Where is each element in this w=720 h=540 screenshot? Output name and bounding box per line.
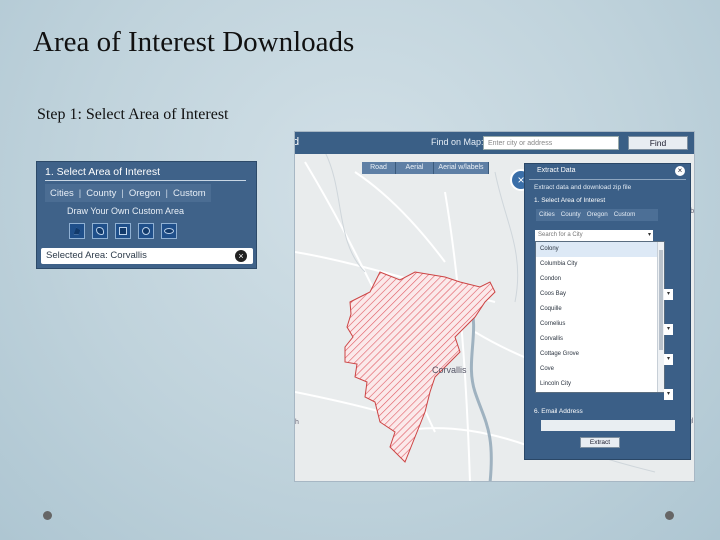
clear-selection-icon[interactable]: ×: [235, 250, 247, 262]
find-on-map-label: Find on Map:: [431, 137, 484, 147]
snippet-divider: [45, 180, 246, 181]
snippet-tab-cities[interactable]: Cities: [45, 188, 79, 199]
snippet-tab-county[interactable]: County: [81, 188, 121, 199]
dropdown-arrow-icon[interactable]: ▾: [648, 230, 651, 241]
panel-tab-oregon[interactable]: Oregon: [584, 209, 611, 221]
basemap-road-tab[interactable]: Road: [362, 162, 396, 174]
map-toolbar: d Find on Map: Enter city or address Fin…: [295, 132, 694, 154]
list-item[interactable]: Condon: [536, 272, 664, 287]
panel-step1-label: 1. Select Area of Interest: [534, 197, 606, 204]
ellipse-tool-icon[interactable]: [161, 223, 177, 239]
find-button[interactable]: Find: [628, 136, 688, 150]
panel-close-icon[interactable]: ×: [675, 166, 685, 176]
circle-tool-icon[interactable]: [138, 223, 154, 239]
city-dropdown-list[interactable]: Colony Columbia City Condon Coos Bay Coq…: [535, 241, 665, 393]
list-scrollbar[interactable]: [657, 242, 664, 392]
list-item[interactable]: Lincoln City: [536, 377, 664, 392]
snippet-tabs: Cities | County | Oregon | Custom: [45, 184, 211, 202]
panel-divider: [529, 179, 686, 180]
panel-tab-custom[interactable]: Custom: [611, 209, 639, 221]
list-item[interactable]: Cottage Grove: [536, 347, 664, 362]
extract-button[interactable]: Extract: [580, 437, 620, 448]
basemap-tabs: Road Aerial Aerial w/labels: [362, 162, 489, 174]
panel-tab-county[interactable]: County: [558, 209, 584, 221]
map-window: d Find on Map: Enter city or address Fin…: [294, 131, 695, 482]
option-dropdown-icon[interactable]: ▾: [664, 389, 673, 400]
select-area-snippet: 1. Select Area of Interest Cities | Count…: [36, 161, 257, 269]
corvallis-map-label: Corvallis: [432, 365, 467, 375]
find-city-input[interactable]: Enter city or address: [483, 136, 619, 150]
snippet-header: 1. Select Area of Interest: [45, 166, 160, 178]
slide-bullet-right: [665, 511, 674, 520]
river-line: [468, 301, 493, 481]
list-item[interactable]: Corvallis: [536, 332, 664, 347]
panel-subtitle: Extract data and download zip file: [534, 184, 632, 191]
rectangle-tool-icon[interactable]: [115, 223, 131, 239]
basemap-aerial-labels-tab[interactable]: Aerial w/labels: [434, 162, 489, 174]
option-dropdown-icon[interactable]: ▾: [664, 324, 673, 335]
list-item[interactable]: Colony: [536, 242, 664, 257]
extract-data-panel: Extract Data × Extract data and download…: [524, 163, 691, 460]
selected-area-field: Selected Area: Corvallis ×: [41, 248, 253, 264]
list-item[interactable]: Cove: [536, 362, 664, 377]
slide-title: Area of Interest Downloads: [33, 26, 355, 58]
polygon-tool-icon[interactable]: [69, 223, 85, 239]
draw-custom-label: Draw Your Own Custom Area: [67, 206, 185, 216]
panel-tab-cities[interactable]: Cities: [536, 209, 558, 221]
option-dropdown-icon[interactable]: ▾: [664, 354, 673, 365]
list-item[interactable]: Coos Bay: [536, 287, 664, 302]
selected-area-text: Selected Area: Corvallis: [46, 250, 147, 261]
list-item[interactable]: Columbia City: [536, 257, 664, 272]
city-search-input[interactable]: Search for a City ▾: [535, 230, 653, 241]
option-dropdown-icon[interactable]: ▾: [664, 289, 673, 300]
basemap-aerial-tab[interactable]: Aerial: [396, 162, 434, 174]
list-item[interactable]: Cornelius: [536, 317, 664, 332]
snippet-tab-custom[interactable]: Custom: [168, 188, 211, 199]
slide-bullet-left: [43, 511, 52, 520]
slide-step-label: Step 1: Select Area of Interest: [37, 106, 229, 123]
edge-label-h: h: [295, 419, 299, 426]
list-item[interactable]: Coquille: [536, 302, 664, 317]
city-search-placeholder: Search for a City: [538, 232, 583, 238]
panel-title: Extract Data: [537, 167, 576, 174]
map-title-fragment: d: [295, 136, 299, 148]
freehand-tool-icon[interactable]: [92, 223, 108, 239]
email-field[interactable]: [541, 420, 675, 431]
panel-tabs: Cities County Oregon Custom: [536, 209, 658, 221]
email-address-label: 6. Email Address: [534, 408, 583, 415]
snippet-tab-oregon[interactable]: Oregon: [124, 188, 166, 199]
